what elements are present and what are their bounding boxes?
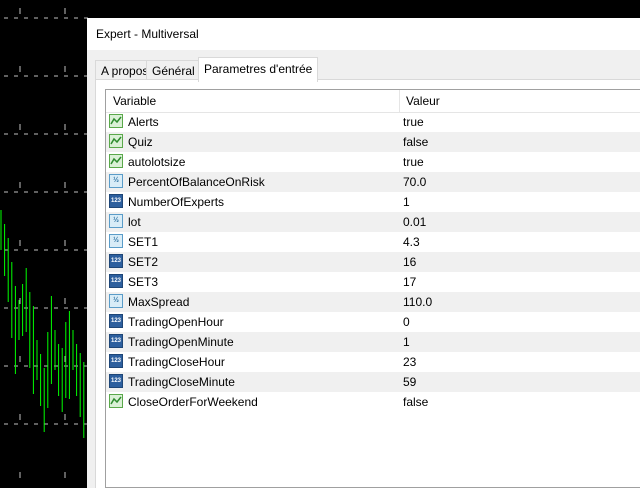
variable-name: TradingOpenMinute — [128, 335, 234, 349]
table-row[interactable]: Alerts true — [106, 112, 640, 132]
expert-properties-dialog: Expert - Multiversal A propos Général Pa… — [87, 18, 640, 488]
variable-name: SET1 — [128, 235, 159, 249]
variable-value[interactable]: 0 — [403, 315, 410, 329]
double-icon: ½ — [109, 234, 123, 248]
variable-name: TradingCloseMinute — [128, 375, 235, 389]
variable-name: Alerts — [128, 115, 159, 129]
variable-value[interactable]: 16 — [403, 255, 416, 269]
int-icon: 123 — [109, 354, 123, 368]
table-row[interactable]: ½ PercentOfBalanceOnRisk 70.0 — [106, 172, 640, 192]
variable-value[interactable]: 0.01 — [403, 215, 426, 229]
dialog-titlebar[interactable]: Expert - Multiversal — [87, 18, 640, 50]
int-icon: 123 — [109, 194, 123, 208]
variable-value[interactable]: 110.0 — [403, 295, 432, 309]
variable-value[interactable]: true — [403, 115, 424, 129]
variable-value[interactable]: 70.0 — [403, 175, 426, 189]
double-icon: ½ — [109, 174, 123, 188]
variable-value[interactable]: false — [403, 135, 428, 149]
variable-value[interactable]: 17 — [403, 275, 416, 289]
variable-value[interactable]: 23 — [403, 355, 416, 369]
table-row[interactable]: ½ SET1 4.3 — [106, 232, 640, 252]
variable-name: autolotsize — [128, 155, 186, 169]
int-icon: 123 — [109, 314, 123, 328]
variable-name: NumberOfExperts — [128, 195, 225, 209]
int-icon: 123 — [109, 274, 123, 288]
table-row[interactable]: Quiz false — [106, 132, 640, 152]
variable-name: CloseOrderForWeekend — [128, 395, 258, 409]
dialog-body: A propos Général Parametres d'entrée Var… — [87, 50, 640, 488]
variable-name: lot — [128, 215, 141, 229]
bool-icon — [109, 394, 123, 408]
inputs-table: Variable Valeur Alerts true Quiz false autol… — [105, 89, 640, 488]
table-row[interactable]: 123 NumberOfExperts 1 — [106, 192, 640, 212]
table-row[interactable]: 123 TradingOpenMinute 1 — [106, 332, 640, 352]
variable-name: SET3 — [128, 275, 159, 289]
table-row[interactable]: ½ lot 0.01 — [106, 212, 640, 232]
int-icon: 123 — [109, 254, 123, 268]
bool-icon — [109, 134, 123, 148]
variable-value[interactable]: false — [403, 395, 428, 409]
tab-general[interactable]: Général — [146, 60, 201, 81]
variable-value[interactable]: 1 — [403, 195, 410, 209]
table-row[interactable]: 123 SET2 16 — [106, 252, 640, 272]
variable-value[interactable]: 1 — [403, 335, 410, 349]
table-row[interactable]: CloseOrderForWeekend false — [106, 392, 640, 412]
int-icon: 123 — [109, 374, 123, 388]
variable-name: SET2 — [128, 255, 159, 269]
table-row[interactable]: 123 SET3 17 — [106, 272, 640, 292]
table-row[interactable]: 123 TradingCloseHour 23 — [106, 352, 640, 372]
table-row[interactable]: autolotsize true — [106, 152, 640, 172]
tab-parametres-entree[interactable]: Parametres d'entrée — [198, 57, 319, 82]
bool-icon — [109, 114, 123, 128]
table-row[interactable]: 123 TradingOpenHour 0 — [106, 312, 640, 332]
variable-value[interactable]: 4.3 — [403, 235, 420, 249]
window-title: Expert - Multiversal — [96, 27, 199, 41]
table-row[interactable]: 123 TradingCloseMinute 59 — [106, 372, 640, 392]
int-icon: 123 — [109, 334, 123, 348]
double-icon: ½ — [109, 214, 123, 228]
variable-value[interactable]: true — [403, 155, 424, 169]
column-header-value[interactable]: Valeur — [406, 94, 440, 108]
column-header-variable[interactable]: Variable — [113, 94, 156, 108]
column-divider[interactable] — [399, 90, 400, 112]
variable-name: TradingCloseHour — [128, 355, 225, 369]
bool-icon — [109, 154, 123, 168]
variable-name: PercentOfBalanceOnRisk — [128, 175, 265, 189]
tab-panel: Variable Valeur Alerts true Quiz false autol… — [95, 79, 640, 488]
variable-name: Quiz — [128, 135, 153, 149]
double-icon: ½ — [109, 294, 123, 308]
table-body: Alerts true Quiz false autolotsize true ½ Perce… — [106, 112, 640, 412]
variable-name: MaxSpread — [128, 295, 190, 309]
table-header: Variable Valeur — [106, 90, 640, 113]
table-row[interactable]: ½ MaxSpread 110.0 — [106, 292, 640, 312]
variable-value[interactable]: 59 — [403, 375, 416, 389]
variable-name: TradingOpenHour — [128, 315, 224, 329]
